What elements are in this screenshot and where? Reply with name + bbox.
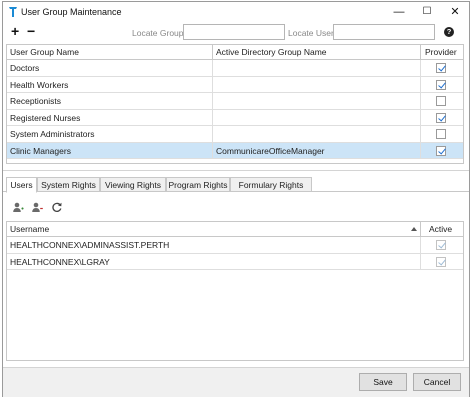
ad-group-cell[interactable]	[213, 76, 421, 93]
user-row[interactable]: HEALTHCONNEX\ADMINASSIST.PERTH	[7, 237, 463, 254]
tab-users[interactable]: Users	[6, 177, 37, 193]
group-name-cell: Health Workers	[7, 76, 213, 93]
group-row[interactable]: Doctors	[7, 60, 463, 77]
remove-group-button[interactable]: −	[27, 24, 35, 38]
title-bar: User Group Maintenance — ☐ ✕	[3, 2, 469, 22]
dialog-footer: Save Cancel	[3, 367, 469, 397]
provider-checkbox[interactable]	[436, 112, 446, 123]
group-name-cell: Registered Nurses	[7, 109, 213, 126]
user-group-maintenance-window: User Group Maintenance — ☐ ✕ + − Locate …	[2, 1, 470, 397]
group-name-cell: Receptionists	[7, 93, 213, 109]
refresh-icon[interactable]	[51, 201, 63, 213]
group-row[interactable]: Registered Nurses	[7, 109, 463, 126]
provider-checkbox[interactable]	[436, 145, 446, 156]
tab-program-rights[interactable]: Program Rights	[166, 177, 230, 192]
add-group-button[interactable]: +	[11, 24, 19, 38]
group-row[interactable]: Health Workers	[7, 76, 463, 93]
tab-system-rights[interactable]: System Rights	[37, 177, 100, 192]
maximize-button[interactable]: ☐	[413, 2, 441, 21]
locate-group-input[interactable]	[183, 24, 285, 40]
provider-checkbox[interactable]	[436, 79, 446, 90]
column-header-username[interactable]: Username	[7, 222, 421, 237]
save-button[interactable]: Save	[359, 373, 407, 391]
column-header-ad-group-name[interactable]: Active Directory Group Name	[213, 45, 421, 60]
provider-checkbox[interactable]	[436, 63, 446, 73]
cancel-button[interactable]: Cancel	[413, 373, 461, 391]
group-row-selected[interactable]: Clinic Managers CommunicareOfficeManager	[7, 142, 463, 159]
group-name-cell: Clinic Managers	[7, 142, 213, 159]
column-header-user-group-name[interactable]: User Group Name	[7, 45, 213, 60]
username-cell: HEALTHCONNEX\LGRAY	[7, 253, 421, 270]
column-header-provider[interactable]: Provider	[421, 45, 463, 60]
group-name-cell: Doctors	[7, 60, 213, 76]
splitter[interactable]	[3, 170, 469, 171]
sort-ascending-icon	[411, 227, 417, 231]
group-row[interactable]: System Administrators	[7, 126, 463, 143]
add-user-icon[interactable]	[12, 201, 24, 213]
close-button[interactable]: ✕	[441, 2, 469, 21]
group-row[interactable]: Receptionists	[7, 93, 463, 110]
locate-user-label: Locate User	[288, 28, 334, 38]
user-groups-grid-header: User Group Name Active Directory Group N…	[7, 45, 463, 60]
tab-viewing-rights[interactable]: Viewing Rights	[100, 177, 166, 192]
active-checkbox[interactable]	[436, 256, 446, 267]
help-icon[interactable]: ?	[444, 27, 454, 37]
app-logo-icon	[9, 7, 17, 17]
group-name-cell: System Administrators	[7, 126, 213, 142]
provider-checkbox[interactable]	[436, 129, 446, 139]
users-grid-header: Username Active	[7, 222, 463, 237]
ad-group-cell[interactable]	[213, 60, 421, 76]
remove-user-icon[interactable]	[31, 201, 43, 213]
provider-checkbox[interactable]	[436, 96, 446, 106]
locate-user-input[interactable]	[333, 24, 435, 40]
username-cell: HEALTHCONNEX\ADMINASSIST.PERTH	[7, 237, 421, 253]
tab-formulary-rights[interactable]: Formulary Rights	[230, 177, 312, 192]
minimize-button[interactable]: —	[385, 2, 413, 21]
ad-group-cell[interactable]	[213, 109, 421, 126]
ad-group-cell[interactable]	[213, 93, 421, 109]
column-header-active[interactable]: Active	[421, 222, 463, 237]
window-title: User Group Maintenance	[21, 7, 122, 17]
users-grid: Username Active HEALTHCONNEX\ADMINASSIST…	[6, 221, 464, 361]
user-groups-grid: User Group Name Active Directory Group N…	[6, 44, 464, 164]
toolbar: + − Locate Group Locate User ?	[3, 22, 469, 42]
active-checkbox[interactable]	[436, 240, 446, 250]
user-row[interactable]: HEALTHCONNEX\LGRAY	[7, 253, 463, 270]
ad-group-cell[interactable]: CommunicareOfficeManager	[213, 142, 421, 159]
ad-group-cell[interactable]	[213, 126, 421, 142]
locate-group-label: Locate Group	[132, 28, 184, 38]
